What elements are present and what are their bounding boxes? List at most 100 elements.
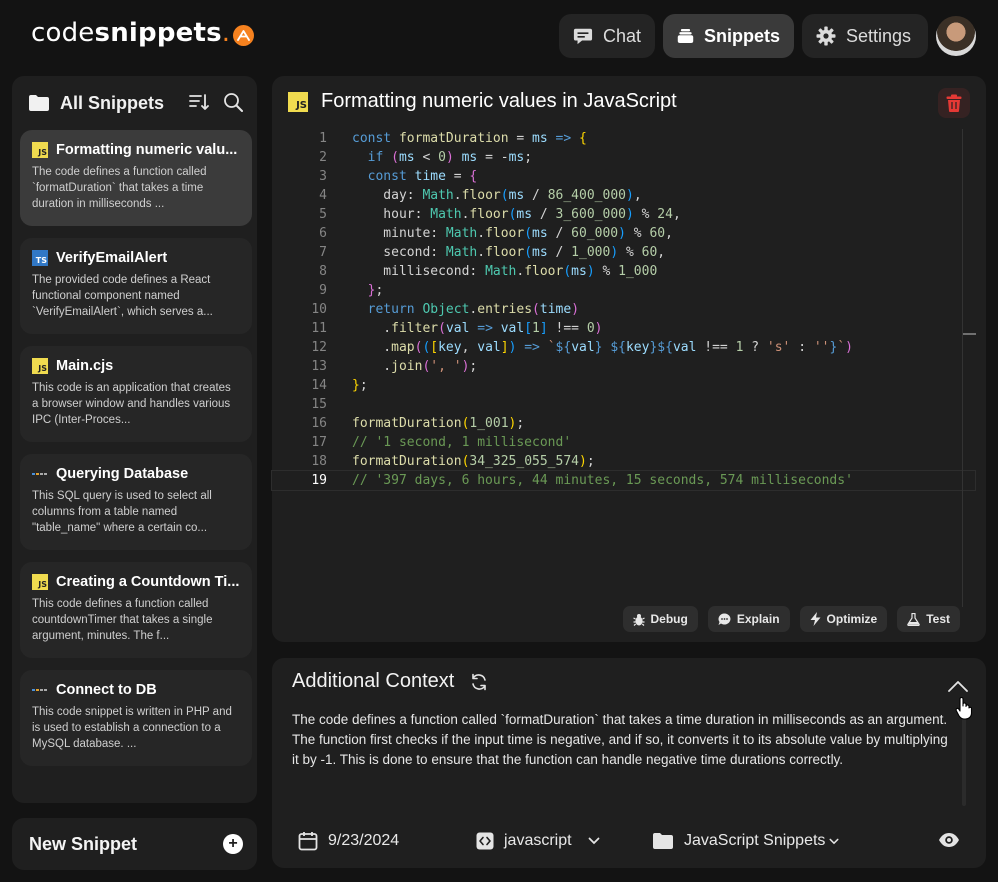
snippet-card-title: VerifyEmailAlert [56, 250, 168, 266]
code-line: 11 .filter(val => val[1] !== 0) [311, 321, 603, 336]
date-field[interactable]: 9/23/2024 [298, 831, 399, 851]
code-line: 2 if (ms < 0) ms = -ms; [319, 150, 533, 165]
javascript-file-icon: JS [32, 358, 48, 374]
code-line: 12 .map(([key, val]) => `${val} ${key}${… [311, 340, 853, 355]
context-description[interactable]: The code defines a function called `form… [292, 710, 952, 770]
snippet-card[interactable]: Querying Database This SQL query is used… [20, 454, 252, 550]
speech-bubble-icon [718, 613, 731, 625]
nav-settings-button[interactable]: Settings [802, 14, 928, 58]
javascript-file-icon: JS [288, 91, 308, 112]
chat-icon [573, 28, 593, 45]
code-line: 5 hour: Math.floor(ms / 3_600_000) % 24, [319, 207, 681, 222]
editor-header: JS Formatting numeric values in JavaScri… [288, 90, 677, 113]
optimize-button[interactable]: Optimize [799, 606, 888, 632]
javascript-file-icon: JS [32, 142, 48, 158]
snippet-title[interactable]: Formatting numeric values in JavaScript [321, 90, 677, 113]
debug-button[interactable]: Debug [622, 606, 698, 632]
code-line: 10 return Object.entries(time) [311, 302, 580, 317]
snippet-card-title: Main.cjs [56, 358, 114, 374]
explain-label: Explain [736, 612, 780, 626]
language-select[interactable]: javascript [476, 832, 600, 850]
code-line-current: 19// '397 days, 6 hours, 44 minutes, 15 … [271, 470, 976, 491]
code-line: 6 minute: Math.floor(ms / 60_000) % 60, [319, 226, 673, 241]
nav-snippets-button[interactable]: Snippets [663, 14, 794, 58]
optimize-label: Optimize [826, 612, 878, 626]
user-avatar[interactable] [936, 16, 976, 56]
code-line: 3 const time = { [319, 169, 478, 184]
chevron-up-icon[interactable] [948, 680, 968, 692]
snippet-card[interactable]: JS Formatting numeric valu... The code de… [20, 130, 252, 226]
test-button[interactable]: Test [897, 606, 960, 632]
code-editor-panel: JS Formatting numeric values in JavaScri… [271, 76, 986, 642]
typescript-file-icon: TS [32, 250, 48, 266]
snippets-stack-icon [677, 29, 694, 43]
folder-icon [653, 833, 673, 849]
explain-button[interactable]: Explain [707, 606, 790, 632]
code-line: 1 const formatDuration = ms => { [319, 131, 587, 146]
chevron-down-icon [588, 837, 599, 845]
logo-dot: . [221, 18, 231, 48]
nav-chat-label: Chat [602, 25, 641, 46]
context-header: Additional Context [292, 670, 488, 693]
app-logo[interactable]: code snippets. [31, 18, 255, 48]
logo-text-light: code [31, 18, 95, 48]
language-value: javascript [504, 832, 572, 849]
refresh-icon[interactable] [470, 673, 488, 691]
code-brackets-icon [476, 832, 494, 850]
plus-circle-icon: + [223, 834, 243, 854]
snippet-card[interactable]: JS Main.cjs This code is an application t… [20, 346, 252, 442]
editor-actions: Debug Explain Optimize Test [622, 606, 960, 632]
snippet-card[interactable]: TS VerifyEmailAlert The provided code def… [20, 238, 252, 334]
snippet-sidebar: All Snippets JS Formatting numeric valu..… [12, 76, 257, 803]
snippet-card-description: The provided code defines a React functi… [32, 274, 213, 318]
sort-icon[interactable] [189, 92, 209, 112]
snippet-card-title: Querying Database [56, 466, 189, 482]
chevron-down-icon [829, 838, 839, 844]
nav-chat-button[interactable]: Chat [559, 14, 655, 58]
bug-icon [632, 613, 645, 626]
snippet-card-title: Formatting numeric valu... [56, 142, 238, 158]
additional-context-panel: Additional Context The code defines a fu… [272, 658, 986, 868]
snippet-card-description: The code defines a function called `form… [32, 166, 207, 210]
code-line: 15 [311, 397, 327, 412]
logo-badge-icon [233, 24, 255, 46]
sidebar-header: All Snippets [28, 90, 247, 116]
mouse-pointer-icon [955, 697, 973, 720]
database-file-icon [32, 466, 48, 482]
context-scrollbar[interactable] [962, 718, 966, 806]
lightning-icon [810, 612, 821, 626]
new-snippet-label: New Snippet [29, 833, 138, 854]
editor-scrollbar[interactable] [962, 129, 963, 607]
trash-icon [946, 94, 962, 112]
flask-icon [907, 612, 921, 626]
search-icon[interactable] [223, 92, 243, 112]
snippet-card[interactable]: Connect to DB This code snippet is writt… [20, 670, 252, 766]
eye-icon[interactable] [938, 832, 960, 848]
code-line: 4 day: Math.floor(ms / 86_400_000), [319, 188, 642, 203]
sidebar-title: All Snippets [60, 92, 165, 113]
snippet-card-description: This code is an application that creates… [32, 382, 231, 426]
test-label: Test [926, 612, 950, 626]
snippet-metadata-bar: 9/23/2024 javascript JavaScript Snippets [298, 828, 966, 854]
nav-settings-label: Settings [846, 25, 912, 46]
code-line: 7 second: Math.floor(ms / 1_000) % 60, [319, 245, 666, 260]
code-line: 18 formatDuration(34_325_055_574); [311, 454, 595, 469]
code-content[interactable]: 1 const formatDuration = ms => { 2 if (ms… [271, 129, 976, 619]
snippet-date: 9/23/2024 [328, 832, 400, 849]
code-line: 8 millisecond: Math.floor(ms) % 1_000 [319, 264, 658, 279]
folder-icon [29, 95, 49, 111]
snippet-card-description: This SQL query is used to select all col… [32, 490, 212, 534]
snippet-card-description: This code defines a function called coun… [32, 598, 213, 642]
calendar-icon [298, 832, 318, 851]
snippet-card-description: This code snippet is written in PHP and … [32, 706, 232, 750]
folder-select[interactable]: JavaScript Snippets [652, 832, 839, 850]
code-line: 9 }; [319, 283, 384, 298]
javascript-file-icon: JS [32, 574, 48, 590]
code-line: 14}; [311, 378, 368, 393]
code-line: 16 formatDuration(1_001); [311, 416, 525, 431]
new-snippet-button[interactable]: New Snippet + [12, 818, 257, 870]
snippet-card[interactable]: JS Creating a Countdown Ti... This code d… [20, 562, 252, 658]
delete-snippet-button[interactable] [938, 88, 970, 118]
database-file-icon [32, 682, 48, 698]
code-line: 17// '1 second, 1 millisecond' [311, 435, 572, 450]
